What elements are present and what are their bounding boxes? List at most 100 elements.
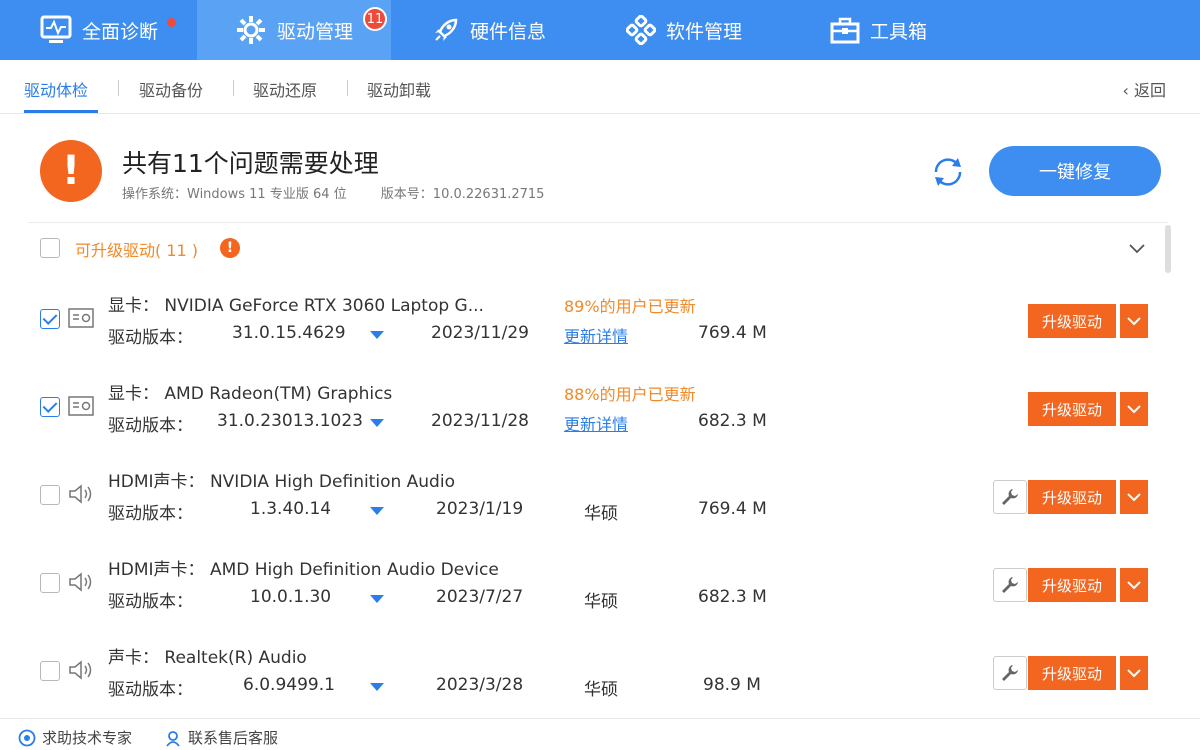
row-checkbox[interactable]: [40, 661, 60, 681]
tab-hardware-info[interactable]: 硬件信息: [432, 0, 546, 60]
graphics-card-icon: [68, 308, 94, 328]
update-details-link[interactable]: 更新详情: [564, 323, 628, 347]
repair-tool-button[interactable]: [993, 480, 1027, 514]
chevron-down-icon: [1127, 404, 1141, 413]
row-checkbox[interactable]: [40, 485, 60, 505]
row-checkbox[interactable]: [40, 309, 60, 329]
graphics-card-icon: [68, 396, 94, 416]
footer: 求助技术专家 联系售后客服: [0, 718, 1200, 750]
upgrade-options-button[interactable]: [1120, 480, 1148, 514]
row-checkbox[interactable]: [40, 397, 60, 417]
rocket-icon: [435, 18, 458, 41]
ask-expert-link[interactable]: 求助技术专家: [18, 727, 132, 748]
scrollbar[interactable]: [1165, 225, 1171, 273]
driver-date: 2023/1/19: [436, 499, 524, 519]
tab-diagnosis[interactable]: 全面诊断: [40, 0, 158, 60]
toolbox-icon: [830, 17, 860, 44]
driver-date: 2023/3/28: [436, 675, 524, 695]
speaker-icon: [69, 572, 92, 592]
chevron-down-icon: [1127, 668, 1141, 677]
version-label: 驱动版本：: [108, 680, 193, 700]
sub-nav: 驱动体检 驱动备份 驱动还原 驱动卸载 ‹ 返回: [0, 60, 1200, 114]
alert-icon: !: [40, 140, 102, 202]
driver-version: 1.3.40.14: [250, 499, 332, 519]
device-name: 显卡： NVIDIA GeForce RTX 3060 Laptop G...: [108, 296, 484, 316]
driver-version: 6.0.9499.1: [243, 675, 335, 695]
upgrade-driver-button[interactable]: 升级驱动: [1028, 568, 1116, 602]
subtab-driver-uninstall[interactable]: 驱动卸载: [367, 77, 431, 101]
row-checkbox[interactable]: [40, 573, 60, 593]
driver-row: 显卡： NVIDIA GeForce RTX 3060 Laptop G... …: [0, 287, 1200, 375]
upgrade-driver-button[interactable]: 升级驱动: [1028, 392, 1116, 426]
summary-title: 共有11个问题需要处理: [122, 149, 379, 178]
gear-icon: [237, 16, 265, 44]
update-details-link[interactable]: 更新详情: [564, 411, 628, 435]
upgrade-options-button[interactable]: [1120, 568, 1148, 602]
group-title: 可升级驱动( 11 ): [75, 241, 199, 260]
tab-software-management[interactable]: 软件管理: [626, 0, 742, 60]
app-grid-icon: [626, 15, 656, 45]
select-all-checkbox[interactable]: [40, 238, 60, 258]
driver-version: 10.0.1.30: [250, 587, 332, 607]
separator: [347, 80, 348, 96]
count-badge: 11: [363, 7, 387, 31]
back-button[interactable]: ‹ 返回: [1123, 77, 1167, 101]
upgrade-driver-button[interactable]: 升级驱动: [1028, 656, 1116, 690]
help-circle-icon: [18, 729, 36, 746]
separator: [118, 80, 119, 96]
version-dropdown-icon[interactable]: [370, 507, 384, 515]
driver-row: 声卡： Realtek(R) Audio 驱动版本： 6.0.9499.1 20…: [0, 639, 1200, 727]
contact-support-link[interactable]: 联系售后客服: [164, 727, 278, 748]
tab-toolbox[interactable]: 工具箱: [830, 0, 927, 60]
driver-vendor: 华硕: [584, 680, 618, 700]
version-dropdown-icon[interactable]: [370, 331, 384, 339]
tab-label: 全面诊断: [82, 20, 159, 43]
os-version: 版本号：10.0.22631.2715: [380, 187, 545, 202]
ask-expert-label: 求助技术专家: [42, 729, 133, 747]
repair-tool-button[interactable]: [993, 568, 1027, 602]
upgrade-driver-button[interactable]: 升级驱动: [1028, 304, 1116, 338]
update-rate: 88%的用户已更新: [564, 385, 696, 404]
wrench-icon: [1002, 665, 1018, 681]
driver-date: 2023/11/29: [431, 323, 529, 343]
version-dropdown-icon[interactable]: [370, 419, 384, 427]
notification-dot: [167, 18, 176, 27]
wrench-icon: [1002, 489, 1018, 505]
upgrade-options-button[interactable]: [1120, 304, 1148, 338]
one-click-fix-button[interactable]: 一键修复: [989, 146, 1161, 196]
driver-size: 682.3 M: [698, 411, 767, 431]
upgrade-options-button[interactable]: [1120, 656, 1148, 690]
tab-driver-management[interactable]: 驱动管理: [197, 0, 391, 60]
chevron-down-icon[interactable]: [1128, 240, 1146, 259]
warning-icon: !: [220, 238, 240, 258]
speaker-icon: [69, 484, 92, 504]
version-label: 驱动版本：: [108, 592, 193, 612]
driver-vendor: 华硕: [584, 592, 618, 612]
version-dropdown-icon[interactable]: [370, 683, 384, 691]
driver-row: HDMI声卡： NVIDIA High Definition Audio 驱动版…: [0, 463, 1200, 551]
active-tab-indicator: [24, 110, 98, 113]
device-name: 显卡： AMD Radeon(TM) Graphics: [108, 384, 393, 404]
back-label: 返回: [1133, 81, 1166, 100]
divider: [28, 222, 1168, 223]
subtab-driver-backup[interactable]: 驱动备份: [139, 77, 203, 101]
driver-row: HDMI声卡： AMD High Definition Audio Device…: [0, 551, 1200, 639]
version-label: 驱动版本：: [108, 328, 193, 348]
top-nav: 全面诊断 驱动管理 11 硬件信息 软件管理 工具箱: [0, 0, 1200, 60]
repair-tool-button[interactable]: [993, 656, 1027, 690]
speaker-icon: [69, 660, 92, 680]
tab-label: 工具箱: [870, 20, 928, 43]
driver-version: 31.0.15.4629: [232, 323, 346, 343]
version-dropdown-icon[interactable]: [370, 595, 384, 603]
subtab-driver-check[interactable]: 驱动体检: [24, 77, 88, 101]
driver-vendor: 华硕: [584, 504, 618, 524]
driver-size: 98.9 M: [703, 675, 761, 695]
subtab-driver-restore[interactable]: 驱动还原: [253, 77, 317, 101]
upgrade-driver-button[interactable]: 升级驱动: [1028, 480, 1116, 514]
upgrade-options-button[interactable]: [1120, 392, 1148, 426]
refresh-icon[interactable]: [928, 152, 968, 196]
driver-size: 769.4 M: [698, 323, 767, 343]
driver-size: 682.3 M: [698, 587, 767, 607]
version-label: 驱动版本：: [108, 416, 193, 436]
chevron-down-icon: [1127, 316, 1141, 325]
